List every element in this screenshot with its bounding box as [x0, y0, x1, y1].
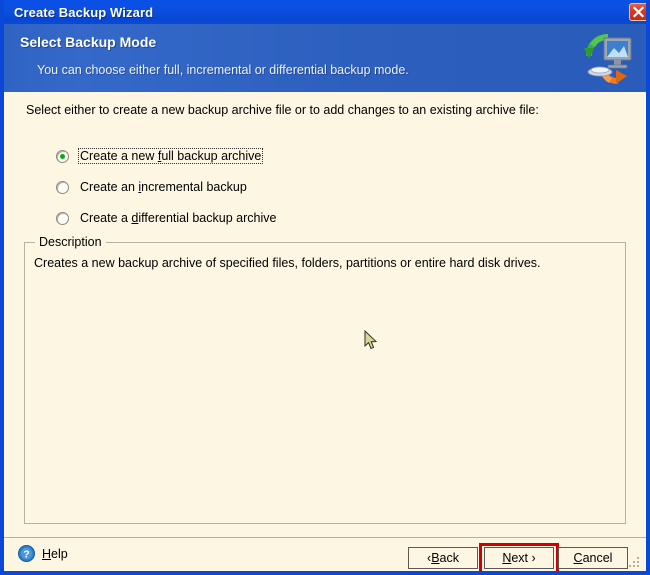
cancel-button[interactable]: Cancel — [558, 547, 628, 569]
back-button[interactable]: ‹ Back — [408, 547, 478, 569]
banner-subtitle: You can choose either full, incremental … — [37, 63, 409, 77]
radio-indicator-full-backup[interactable] — [56, 149, 69, 163]
accelerator-char: C — [573, 551, 583, 565]
radio-label-incremental-backup: Create an incremental backup — [80, 180, 247, 194]
resize-grip — [629, 557, 639, 567]
description-group-label: Description — [35, 235, 106, 249]
svg-text:?: ? — [23, 548, 29, 560]
radio-option-incremental-backup[interactable]: Create an incremental backup — [56, 178, 249, 196]
description-text: Creates a new backup archive of specifie… — [34, 256, 541, 270]
wizard-header-banner: Select Backup Mode You can choose either… — [4, 24, 646, 92]
help-link[interactable]: ? Help — [18, 545, 68, 562]
description-group-box: Description Creates a new backup archive… — [24, 235, 626, 524]
next-button[interactable]: Next › — [484, 547, 554, 569]
radio-option-differential-backup[interactable]: Create a differential backup archive — [56, 209, 278, 227]
title-bar: Create Backup Wizard — [4, 0, 646, 24]
window-title: Create Backup Wizard — [14, 4, 154, 20]
help-label: Help — [42, 546, 68, 561]
radio-indicator-incremental-backup[interactable] — [56, 180, 69, 194]
banner-title: Select Backup Mode — [20, 34, 157, 50]
radio-option-full-backup[interactable]: Create a new full backup archive — [56, 147, 264, 165]
radio-label-differential-backup: Create a differential backup archive — [80, 211, 277, 225]
intro-text: Select either to create a new backup arc… — [26, 103, 539, 117]
create-backup-wizard-window: Create Backup Wizard Select Backup Mode … — [0, 0, 650, 575]
wizard-footer: ? Help ‹ Back Next › Cancel — [4, 538, 646, 571]
radio-indicator-differential-backup[interactable] — [56, 211, 69, 225]
wizard-content: Select either to create a new backup arc… — [4, 92, 646, 537]
accelerator-char: B — [431, 551, 440, 565]
question-mark-icon: ? — [18, 545, 35, 562]
accelerator-char: N — [502, 551, 512, 565]
close-icon[interactable] — [629, 3, 646, 21]
radio-label-full-backup: Create a new full backup archive — [78, 148, 264, 164]
backup-computer-icon — [578, 28, 638, 88]
